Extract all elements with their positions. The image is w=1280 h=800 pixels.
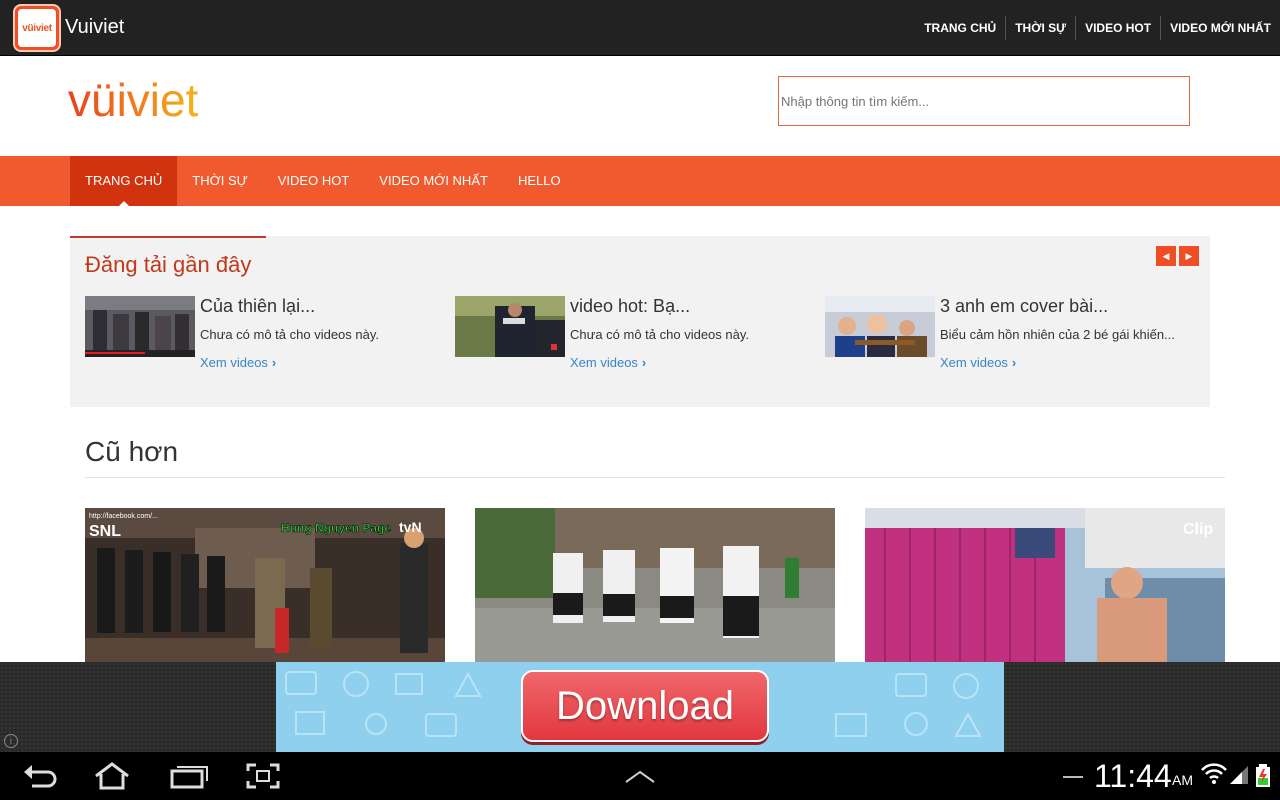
watch-videos-link[interactable]: Xem videos › <box>570 355 646 370</box>
nav-item-hello[interactable]: HELLO <box>503 156 576 206</box>
action-bar-item-video-hot[interactable]: VIDEO HOT <box>1075 16 1160 40</box>
video-description: Biểu cảm hồn nhiên của 2 bé gái khiến... <box>940 327 1175 342</box>
nav-item-trang-chu[interactable]: TRANG CHỦ <box>70 156 178 206</box>
video-card[interactable]: 3 anh em cover bài... Biểu cảm hồn nhiên… <box>825 296 1185 376</box>
video-thumbnail[interactable] <box>825 296 935 357</box>
recent-apps-button[interactable] <box>168 760 208 792</box>
main-nav: TRANG CHỦ THỜI SỰ VIDEO HOT VIDEO MỚI NH… <box>0 156 1280 206</box>
app-title: Vuiviet <box>65 16 125 38</box>
watch-videos-label: Xem videos <box>570 355 638 370</box>
caret-right-icon: ▶ <box>1185 250 1193 261</box>
action-bar-item-video-moi-nhat[interactable]: VIDEO MỚI NHẤT <box>1160 16 1280 40</box>
recent-uploads-panel: Đăng tải gần đây ◀ ▶ Của thiên lại... Ch… <box>70 236 1210 407</box>
action-bar-item-trang-chu[interactable]: TRANG CHỦ <box>915 16 1005 40</box>
video-thumbnail-large[interactable]: Clip <box>865 508 1225 668</box>
status-clock-ampm: AM <box>1172 772 1193 788</box>
nav-item-thoi-su[interactable]: THỜI SỰ <box>177 156 262 206</box>
app-icon[interactable]: vüiviet <box>13 4 61 52</box>
carousel-prev-button[interactable]: ◀ <box>1156 246 1176 266</box>
recent-apps-icon <box>170 766 208 789</box>
watch-videos-label: Xem videos <box>200 355 268 370</box>
site-logo-text: vüiviet <box>68 78 199 122</box>
older-section-title: Cũ hơn <box>85 436 179 467</box>
battery-icon <box>1256 764 1270 787</box>
watch-videos-link[interactable]: Xem videos › <box>940 355 1016 370</box>
carousel-next-button[interactable]: ▶ <box>1179 246 1199 266</box>
video-title[interactable]: 3 anh em cover bài... <box>940 296 1108 317</box>
app-icon-logo: vüiviet <box>18 9 56 47</box>
thumbnail-brand-text: Clip <box>1183 521 1213 538</box>
system-navigation-bar: 11:44 AM <box>0 752 1280 800</box>
video-card[interactable]: video hot: Bạ... Chưa có mô tả cho video… <box>455 296 815 376</box>
show-menu-button[interactable] <box>620 760 660 792</box>
notification-dash-icon <box>1063 776 1083 778</box>
video-thumbnail[interactable] <box>85 296 195 357</box>
home-button[interactable] <box>92 760 132 792</box>
video-description: Chưa có mô tả cho videos này. <box>200 327 379 342</box>
ad-banner[interactable]: Download <box>276 662 1004 752</box>
screenshot-icon <box>246 763 280 789</box>
screenshot-button[interactable] <box>243 760 283 792</box>
nav-item-video-moi-nhat[interactable]: VIDEO MỚI NHẤT <box>364 156 503 206</box>
site-header: vüiviet <box>0 56 1280 156</box>
section-accent-line <box>70 236 266 238</box>
home-icon <box>95 762 129 790</box>
watch-videos-link[interactable]: Xem videos › <box>200 355 276 370</box>
video-description: Chưa có mô tả cho videos này. <box>570 327 749 342</box>
caret-left-icon: ◀ <box>1162 250 1170 261</box>
chevron-right-icon: › <box>1011 355 1017 370</box>
video-thumbnail[interactable] <box>455 296 565 357</box>
nav-item-video-hot[interactable]: VIDEO HOT <box>263 156 365 206</box>
site-logo[interactable]: vüiviet <box>68 78 282 122</box>
chevron-right-icon: › <box>271 355 277 370</box>
section-divider <box>85 477 1225 478</box>
download-button[interactable]: Download <box>521 670 769 742</box>
ad-info-icon[interactable]: i <box>4 734 18 748</box>
thumbnail-channel-text: tvN <box>399 519 422 535</box>
chevron-right-icon: › <box>641 355 647 370</box>
thumbnail-brand-text: SNL <box>89 523 121 540</box>
screen: vüiviet Vuiviet TRANG CHỦ THỜI SỰ VIDEO … <box>0 0 1280 800</box>
recent-uploads-title: Đăng tải gần đây <box>85 252 252 277</box>
video-thumbnail-large[interactable]: http://facebook.com/... SNL Hung Nguyen … <box>85 508 445 668</box>
action-bar: vüiviet Vuiviet TRANG CHỦ THỜI SỰ VIDEO … <box>0 0 1280 56</box>
action-bar-item-thoi-su[interactable]: THỜI SỰ <box>1005 16 1075 40</box>
signal-icon <box>1230 766 1248 784</box>
wifi-icon <box>1201 763 1227 784</box>
action-bar-menu: TRANG CHỦ THỜI SỰ VIDEO HOT VIDEO MỚI NH… <box>915 0 1280 56</box>
thumbnail-watermark-text: Hung Nguyen Page <box>281 521 391 535</box>
video-title[interactable]: Của thiên lại... <box>200 296 315 317</box>
thumbnail-url-caption: http://facebook.com/... <box>89 513 158 520</box>
search-input[interactable] <box>778 76 1190 126</box>
back-icon <box>24 765 57 788</box>
status-clock: 11:44 <box>1094 758 1172 794</box>
video-title[interactable]: video hot: Bạ... <box>570 296 690 317</box>
chevron-up-icon <box>625 770 655 783</box>
video-thumbnail-large[interactable] <box>475 508 835 668</box>
watch-videos-label: Xem videos <box>940 355 1008 370</box>
back-button[interactable] <box>20 760 60 792</box>
video-card[interactable]: Của thiên lại... Chưa có mô tả cho video… <box>85 296 445 376</box>
